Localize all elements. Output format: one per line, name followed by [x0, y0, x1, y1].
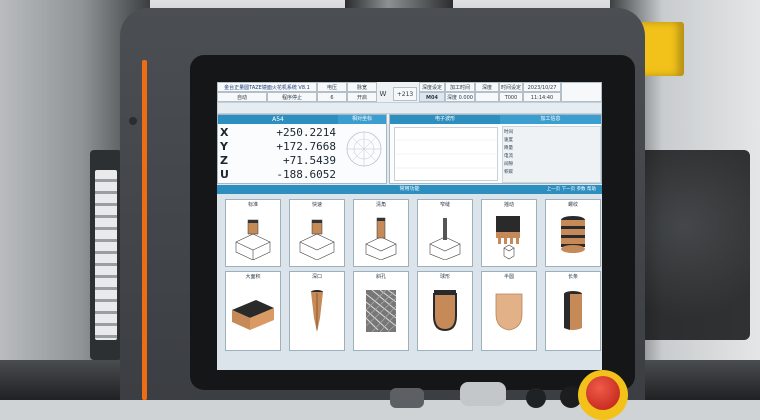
tile-label: 长条 [567, 274, 578, 280]
tile-label: 大面积 [245, 274, 261, 280]
tile-orbit[interactable]: 摇动 [481, 199, 537, 267]
tile-corner[interactable]: 清角 [353, 199, 409, 267]
tile-standard[interactable]: 标准 [225, 199, 281, 267]
tile-thread[interactable]: 螺纹 [545, 199, 601, 267]
emergency-stop-button[interactable] [586, 376, 620, 410]
relative-coord-title[interactable]: 相对坐标 [338, 115, 386, 124]
power-button[interactable] [526, 388, 546, 408]
tile-label: 深口 [311, 274, 322, 280]
header-cell-voltage: 电压 [317, 82, 347, 92]
cube-electrode-icon [299, 219, 335, 260]
function-grid-title: 常用功能 [217, 185, 602, 194]
plate-electrode-icon [232, 300, 274, 330]
info-item-gap: 间隙 [504, 162, 513, 167]
housing-screw [129, 117, 137, 125]
header-row3 [217, 102, 602, 114]
keypad-keys[interactable] [95, 170, 117, 340]
thread-electrode-icon [561, 216, 585, 253]
orange-accent-strip [142, 60, 147, 400]
nav-prev-page[interactable]: 上一页 [547, 187, 561, 192]
tile-label: 半圆 [503, 274, 514, 280]
tile-label: 清角 [375, 202, 386, 208]
tile-strip[interactable]: 长条 [545, 271, 601, 351]
axis-w-value: +213 [393, 87, 417, 101]
comb-electrode-icon [496, 216, 520, 260]
header-cell-depth: 深度 [475, 82, 499, 92]
tile-label: 快速 [311, 202, 322, 208]
nav-tab-params[interactable]: 参数 [577, 187, 586, 192]
shield-electrode-icon [495, 293, 523, 331]
header-date: 2023/10/27 [523, 82, 561, 92]
system-title: 金台正量圆TAZE镜面火花机系统 V8.1 [217, 82, 317, 92]
function-grid: 常用功能 上一页 下一页 参数 帮助 标准 快速 清角 窄缝 摇动 螺纹 大面积… [217, 185, 602, 370]
tile-spherical[interactable]: 球形 [417, 271, 473, 351]
axis-w-label: W [379, 90, 387, 98]
info-item-speed: 速度 [504, 138, 513, 143]
waveform-plot [394, 127, 498, 181]
slot-electrode-icon [429, 218, 461, 260]
tile-oblique[interactable]: 斜孔 [353, 271, 409, 351]
housing-button-middle[interactable] [460, 382, 506, 406]
tile-slot[interactable]: 窄缝 [417, 199, 473, 267]
tile-label: 斜孔 [375, 274, 386, 280]
machining-info-title: 加工信息 [500, 115, 601, 124]
tile-label: 摇动 [503, 202, 514, 208]
header-cell-pulse: 脉宽 [347, 82, 377, 92]
cylinder-electrode-icon [564, 291, 582, 330]
cnc-screen[interactable]: 金台正量圆TAZE镜面火花机系统 V8.1 自动 程序停止 电压 6 脉宽 开启… [217, 82, 602, 370]
axis-value-y: +172.7668 [276, 140, 336, 153]
waveform-panel: 电子波形 加工信息 时间 速度 降量 电流 间隙 积碳 [389, 114, 602, 184]
program-status: 程序停止 [267, 92, 317, 102]
corner-electrode-icon [365, 217, 397, 260]
function-grid-nav[interactable]: 上一页 下一页 参数 帮助 [547, 185, 596, 194]
background-mechanism [640, 150, 750, 340]
tile-deep[interactable]: 深口 [289, 271, 345, 351]
header-cell-empty [475, 92, 499, 102]
nav-next-page[interactable]: 下一页 [562, 187, 576, 192]
needle-electrode-icon [311, 290, 323, 332]
info-list-bg [502, 126, 601, 183]
tile-semicircle[interactable]: 半圆 [481, 271, 537, 351]
waveform-title: 电子波形 [390, 115, 500, 124]
coordinate-panel: A54 相对坐标 X +250.2214 Y +172.7668 Z +71.5… [217, 114, 387, 184]
header-cell-pulse-value[interactable]: 开启 [347, 92, 377, 102]
header-cell-machining-time: 加工时间 [445, 82, 475, 92]
header-cell-t-code[interactable]: T000 [499, 92, 523, 102]
tile-label: 球形 [439, 274, 450, 280]
axis-value-z: +71.5439 [283, 154, 336, 167]
tile-label: 螺纹 [567, 202, 578, 208]
header-cell-voltage-value: 6 [317, 92, 347, 102]
axis-value-x: +250.2214 [276, 126, 336, 139]
nav-tab-help[interactable]: 帮助 [587, 187, 596, 192]
info-item-time: 时间 [504, 130, 513, 135]
coordinate-panel-title: A54 [218, 115, 338, 124]
info-item-current: 电流 [504, 154, 513, 159]
info-item-carbon: 积碳 [504, 170, 513, 175]
waveform-grid-icon [395, 139, 497, 169]
cube-electrode-icon [235, 219, 271, 260]
capsule-electrode-icon [433, 290, 457, 332]
axis-value-u: -188.6052 [276, 168, 336, 181]
info-item-wear: 降量 [504, 146, 513, 151]
depth-readout: 深度 0.000 [445, 92, 475, 102]
housing-button-left[interactable] [390, 388, 424, 408]
header-cell-time-set: 时间设定 [499, 82, 523, 92]
tile-label: 窄缝 [439, 202, 450, 208]
tile-fast[interactable]: 快速 [289, 199, 345, 267]
mesh-electrode-icon [365, 289, 397, 333]
position-dial-icon [346, 131, 382, 167]
mode-label[interactable]: 自动 [217, 92, 267, 102]
header-spare [561, 82, 602, 102]
tile-label: 标准 [247, 202, 258, 208]
header-cell-depth-set: 深度设定 [419, 82, 445, 92]
header-time: 11:14:40 [523, 92, 561, 102]
side-keypad[interactable] [90, 150, 122, 360]
tile-large-area[interactable]: 大面积 [225, 271, 281, 351]
header-cell-m-code[interactable]: M04 [419, 92, 445, 102]
